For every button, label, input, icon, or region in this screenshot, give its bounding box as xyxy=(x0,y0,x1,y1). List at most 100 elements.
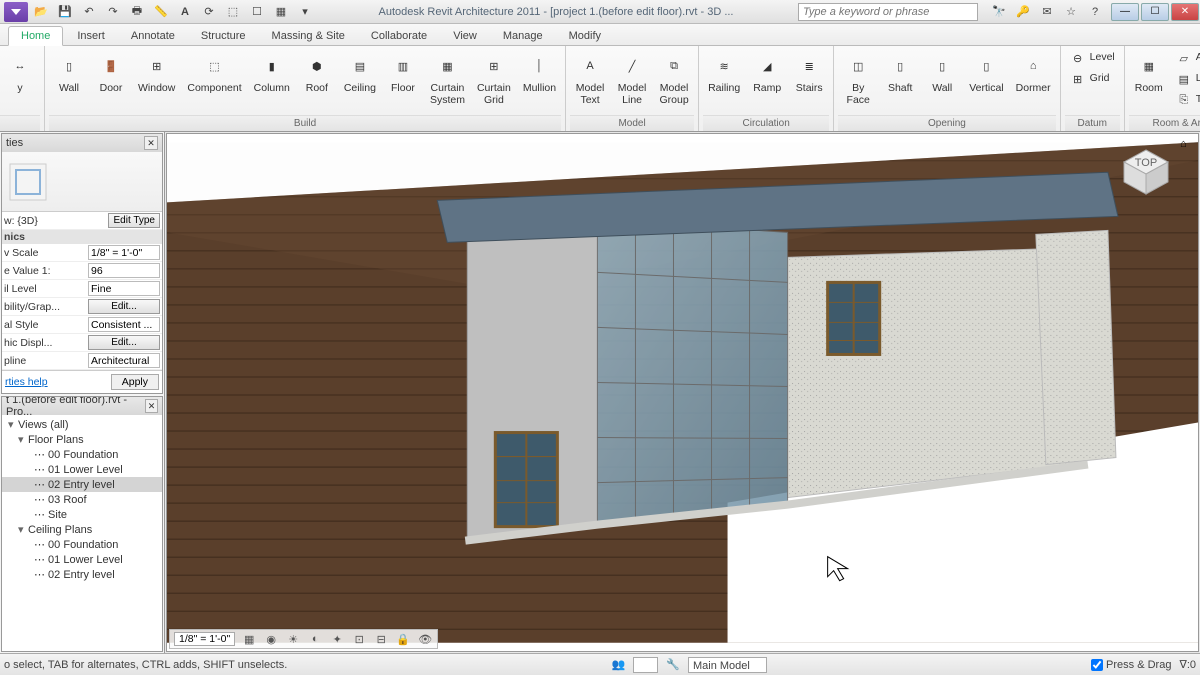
crop-icon[interactable]: ⊡ xyxy=(351,631,367,647)
window-button[interactable]: ⊞Window xyxy=(133,48,180,98)
tree-group[interactable]: ▾Floor Plans xyxy=(2,432,162,447)
tab-structure[interactable]: Structure xyxy=(189,27,258,45)
viewcube[interactable]: TOP xyxy=(1116,142,1176,202)
room-button[interactable]: ▦Room xyxy=(1129,48,1169,98)
tree-item[interactable]: ⋯ 01 Lower Level xyxy=(2,462,162,477)
app-menu-button[interactable] xyxy=(4,2,28,22)
press-drag-toggle[interactable]: Press & Drag xyxy=(1091,659,1171,671)
ramp-button[interactable]: ◢Ramp xyxy=(747,48,787,98)
close-icon[interactable]: ✕ xyxy=(144,136,158,150)
sun-path-icon[interactable]: ☀ xyxy=(285,631,301,647)
section-icon[interactable]: ☐ xyxy=(246,2,268,22)
tab-massing[interactable]: Massing & Site xyxy=(260,27,357,45)
type-preview[interactable] xyxy=(2,152,162,212)
open-icon[interactable]: 📂 xyxy=(30,2,52,22)
3d-viewport[interactable]: TOP ⌂ 1/8" = 1'-0" ▦ ◉ ☀ ◐ ✦ ⊡ ⊟ 🔒 👁 xyxy=(166,133,1199,652)
switch-icon[interactable]: ▾ xyxy=(294,2,316,22)
modify-button[interactable]: ↔y xyxy=(0,48,40,98)
tag-button[interactable]: ⎘Tag xyxy=(1171,90,1200,110)
key-icon[interactable]: 🔑 xyxy=(1012,2,1034,22)
model-line-button[interactable]: ╱ModelLine xyxy=(612,48,652,109)
redo-icon[interactable]: ↷ xyxy=(102,2,124,22)
prop-row[interactable]: al StyleConsistent ... xyxy=(2,316,162,334)
properties-help-link[interactable]: rties help xyxy=(5,376,48,388)
filter-icon[interactable]: ∇:0 xyxy=(1179,658,1196,671)
tab-collaborate[interactable]: Collaborate xyxy=(359,27,439,45)
tab-annotate[interactable]: Annotate xyxy=(119,27,187,45)
sync-icon[interactable]: ⟳ xyxy=(198,2,220,22)
tab-insert[interactable]: Insert xyxy=(65,27,117,45)
sheet-icon[interactable]: ▦ xyxy=(270,2,292,22)
save-icon[interactable]: 💾 xyxy=(54,2,76,22)
curtain-grid-button[interactable]: ⊞CurtainGrid xyxy=(472,48,516,109)
level-button[interactable]: ⊖Level xyxy=(1065,48,1120,68)
legend-button[interactable]: ▤Legend xyxy=(1171,69,1200,89)
tree-item[interactable]: ⋯ 02 Entry level xyxy=(2,477,162,492)
browser-tree[interactable]: ▾Views (all)▾Floor Plans⋯ 00 Foundation⋯… xyxy=(2,415,162,584)
column-button[interactable]: ▮Column xyxy=(249,48,295,98)
tree-item[interactable]: ⋯ 01 Lower Level xyxy=(2,552,162,567)
help-icon[interactable]: ? xyxy=(1084,2,1106,22)
component-button[interactable]: ⬚Component xyxy=(182,48,246,98)
workset-selector[interactable]: Main Model xyxy=(688,657,767,673)
measure-icon[interactable]: 📏 xyxy=(150,2,172,22)
dormer-button[interactable]: ⌂Dormer xyxy=(1011,48,1056,98)
minimize-button[interactable]: — xyxy=(1111,3,1139,21)
tree-item[interactable]: ⋯ 03 Roof xyxy=(2,492,162,507)
ceiling-button[interactable]: ▤Ceiling xyxy=(339,48,381,98)
print-icon[interactable]: 🖶 xyxy=(126,2,148,22)
roof-button[interactable]: ⬢Roof xyxy=(297,48,337,98)
apply-button[interactable]: Apply xyxy=(111,374,159,390)
prop-row[interactable]: e Value 1:96 xyxy=(2,262,162,280)
curtain-system-button[interactable]: ▦CurtainSystem xyxy=(425,48,470,109)
scale-selector[interactable]: 1/8" = 1'-0" xyxy=(174,632,235,646)
tree-item[interactable]: ⋯ 02 Entry level xyxy=(2,567,162,582)
shadows-icon[interactable]: ◐ xyxy=(307,631,323,647)
close-button[interactable]: ✕ xyxy=(1171,3,1199,21)
prop-row[interactable]: bility/Grap...Edit... xyxy=(2,298,162,316)
visual-style-icon[interactable]: ◉ xyxy=(263,631,279,647)
crop-visible-icon[interactable]: ⊟ xyxy=(373,631,389,647)
model-text-button[interactable]: AModelText xyxy=(570,48,610,109)
tree-item[interactable]: ⋯ Site xyxy=(2,507,162,522)
by-face-button[interactable]: ◫ByFace xyxy=(838,48,878,109)
undo-icon[interactable]: ↶ xyxy=(78,2,100,22)
wall-button[interactable]: ▯Wall xyxy=(49,48,89,98)
prop-row[interactable]: hic Displ...Edit... xyxy=(2,334,162,352)
prop-row[interactable]: il LevelFine xyxy=(2,280,162,298)
star-icon[interactable]: ☆ xyxy=(1060,2,1082,22)
wall-button[interactable]: ▯Wall xyxy=(922,48,962,98)
tree-item[interactable]: ⋯ 00 Foundation xyxy=(2,537,162,552)
door-button[interactable]: 🚪Door xyxy=(91,48,131,98)
close-icon[interactable]: ✕ xyxy=(145,399,158,413)
home-icon[interactable]: ⌂ xyxy=(1180,138,1194,152)
prop-row[interactable]: plineArchitectural xyxy=(2,352,162,370)
render-icon[interactable]: ✦ xyxy=(329,631,345,647)
railing-button[interactable]: ≋Railing xyxy=(703,48,745,98)
tab-view[interactable]: View xyxy=(441,27,489,45)
binoculars-icon[interactable]: 🔭 xyxy=(988,2,1010,22)
lock-icon[interactable]: 🔒 xyxy=(395,631,411,647)
stairs-button[interactable]: ≣Stairs xyxy=(789,48,829,98)
tree-root[interactable]: ▾Views (all) xyxy=(2,417,162,432)
shaft-button[interactable]: ▯Shaft xyxy=(880,48,920,98)
mullion-button[interactable]: │Mullion xyxy=(518,48,561,98)
tree-item[interactable]: ⋯ 00 Foundation xyxy=(2,447,162,462)
search-input[interactable] xyxy=(798,3,978,21)
model-group-button[interactable]: ⧉ModelGroup xyxy=(654,48,694,109)
workset-icon[interactable]: 👥 xyxy=(612,658,626,671)
vertical-button[interactable]: ▯Vertical xyxy=(964,48,1008,98)
tab-modify[interactable]: Modify xyxy=(557,27,613,45)
detail-level-icon[interactable]: ▦ xyxy=(241,631,257,647)
area-button[interactable]: ▱Area xyxy=(1171,48,1200,68)
edit-type-button[interactable]: Edit Type xyxy=(108,213,160,228)
comm-icon[interactable]: ✉ xyxy=(1036,2,1058,22)
grid-button[interactable]: ⊞Grid xyxy=(1065,69,1120,89)
editable-only-combo[interactable] xyxy=(633,657,658,673)
instance-selector[interactable]: w: {3D} xyxy=(4,215,108,227)
floor-button[interactable]: ▥Floor xyxy=(383,48,423,98)
tab-manage[interactable]: Manage xyxy=(491,27,555,45)
maximize-button[interactable]: ☐ xyxy=(1141,3,1169,21)
active-workset-icon[interactable]: 🔧 xyxy=(666,658,680,671)
tab-home[interactable]: Home xyxy=(8,26,63,46)
